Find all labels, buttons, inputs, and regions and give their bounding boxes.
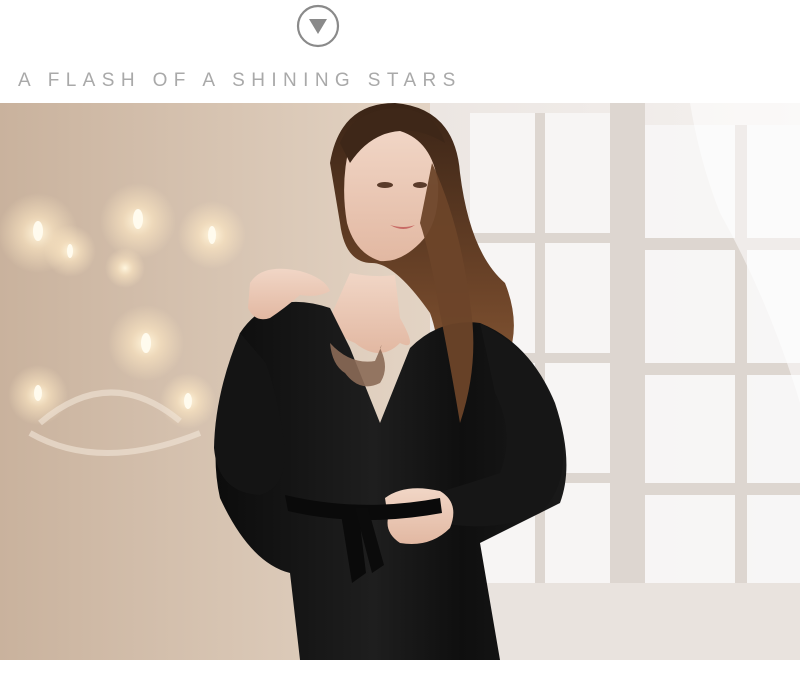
scroll-down-button[interactable] — [296, 4, 340, 48]
footer-spacer — [0, 660, 800, 678]
header: A FLASH OF A SHINING STARS — [0, 0, 800, 103]
down-arrow-circle-icon — [296, 4, 340, 48]
hero-illustration — [0, 103, 800, 660]
hero-photo — [0, 103, 800, 660]
tagline: A FLASH OF A SHINING STARS — [18, 70, 462, 91]
